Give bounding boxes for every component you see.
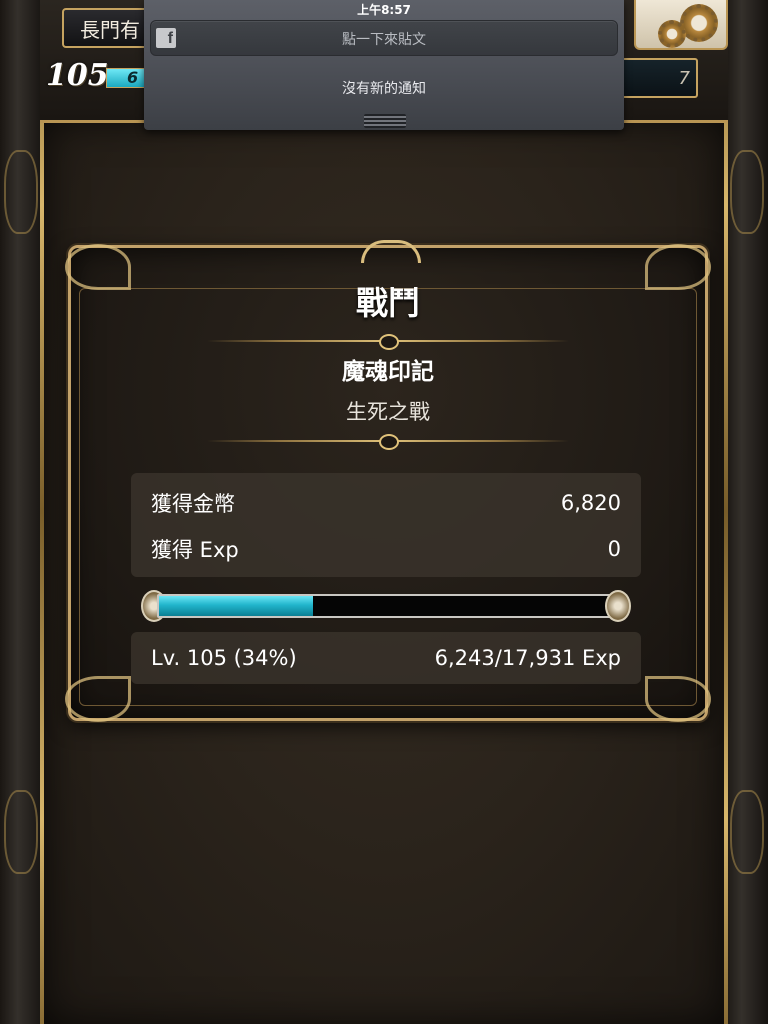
player-level-badge: 105 [46, 58, 109, 93]
hud-stat-plate: 7 [618, 58, 698, 98]
left-ornament-scroll-icon [4, 790, 38, 874]
hud-hp-partial: 6 [127, 68, 139, 87]
mission-name: 生死之戰 [346, 400, 430, 424]
post-label: 點一下來貼文 [342, 32, 426, 48]
notification-center[interactable]: 上午8:57 f 點一下來貼文 沒有新的通知 [144, 0, 624, 130]
exp-progress-bar [141, 590, 631, 622]
divider-knot-icon [379, 434, 399, 450]
bar-cap-right-icon [605, 590, 631, 622]
reward-value: 6,820 [560, 491, 621, 515]
status-time: 上午8:57 [357, 3, 411, 17]
right-ornament-scroll-icon [730, 150, 764, 234]
ornate-divider-top [207, 334, 569, 350]
corner-flourish-icon [645, 676, 711, 722]
hud-hp-bar: 6 [106, 68, 146, 88]
player-name-partial: 長門有 [80, 17, 140, 42]
facebook-post-button[interactable]: f 點一下來貼文 [150, 20, 618, 56]
reward-label: 獲得 Exp [151, 538, 239, 562]
reward-panel: 獲得金幣 6,820 獲得 Exp 0 [131, 473, 641, 577]
hud-stat-partial: 7 [678, 67, 690, 89]
stage-name: 魔魂印記 [342, 359, 434, 385]
divider-knot-icon [379, 334, 399, 350]
settings-button[interactable] [634, 0, 728, 50]
level-text: Lv. 105 (34%) [151, 646, 297, 670]
gear-small-icon [658, 20, 686, 48]
corner-flourish-icon [65, 676, 131, 722]
left-ornate-pillar [0, 0, 44, 1024]
dialog-title: 戰鬥 [355, 284, 420, 322]
battle-result-dialog: 戰鬥 魔魂印記 生死之戰 獲得金幣 6,820 獲得 Exp 0 Lv. 105… [65, 240, 711, 722]
right-ornate-pillar [724, 0, 768, 1024]
exp-bar-fill [159, 596, 314, 616]
game-screen: 長門有 105 6 7 上午8:57 f 點一下來貼文 沒有新的通知 戰鬥 魔魂… [0, 0, 768, 1024]
notification-center-grabber-handle[interactable] [364, 114, 406, 128]
reward-label: 獲得金幣 [151, 492, 235, 516]
level-panel: Lv. 105 (34%) 6,243/17,931 Exp [131, 632, 641, 684]
ornate-divider-bottom [207, 434, 569, 450]
reward-value: 0 [607, 537, 621, 561]
exp-bar-track [157, 594, 615, 618]
reward-row-gold: 獲得金幣 6,820 [151, 487, 621, 519]
exp-text: 6,243/17,931 Exp [434, 646, 621, 670]
left-ornament-scroll-icon [4, 150, 38, 234]
right-ornament-scroll-icon [730, 790, 764, 874]
reward-row-exp: 獲得 Exp 0 [151, 533, 621, 565]
no-notifications-text: 沒有新的通知 [342, 81, 426, 97]
